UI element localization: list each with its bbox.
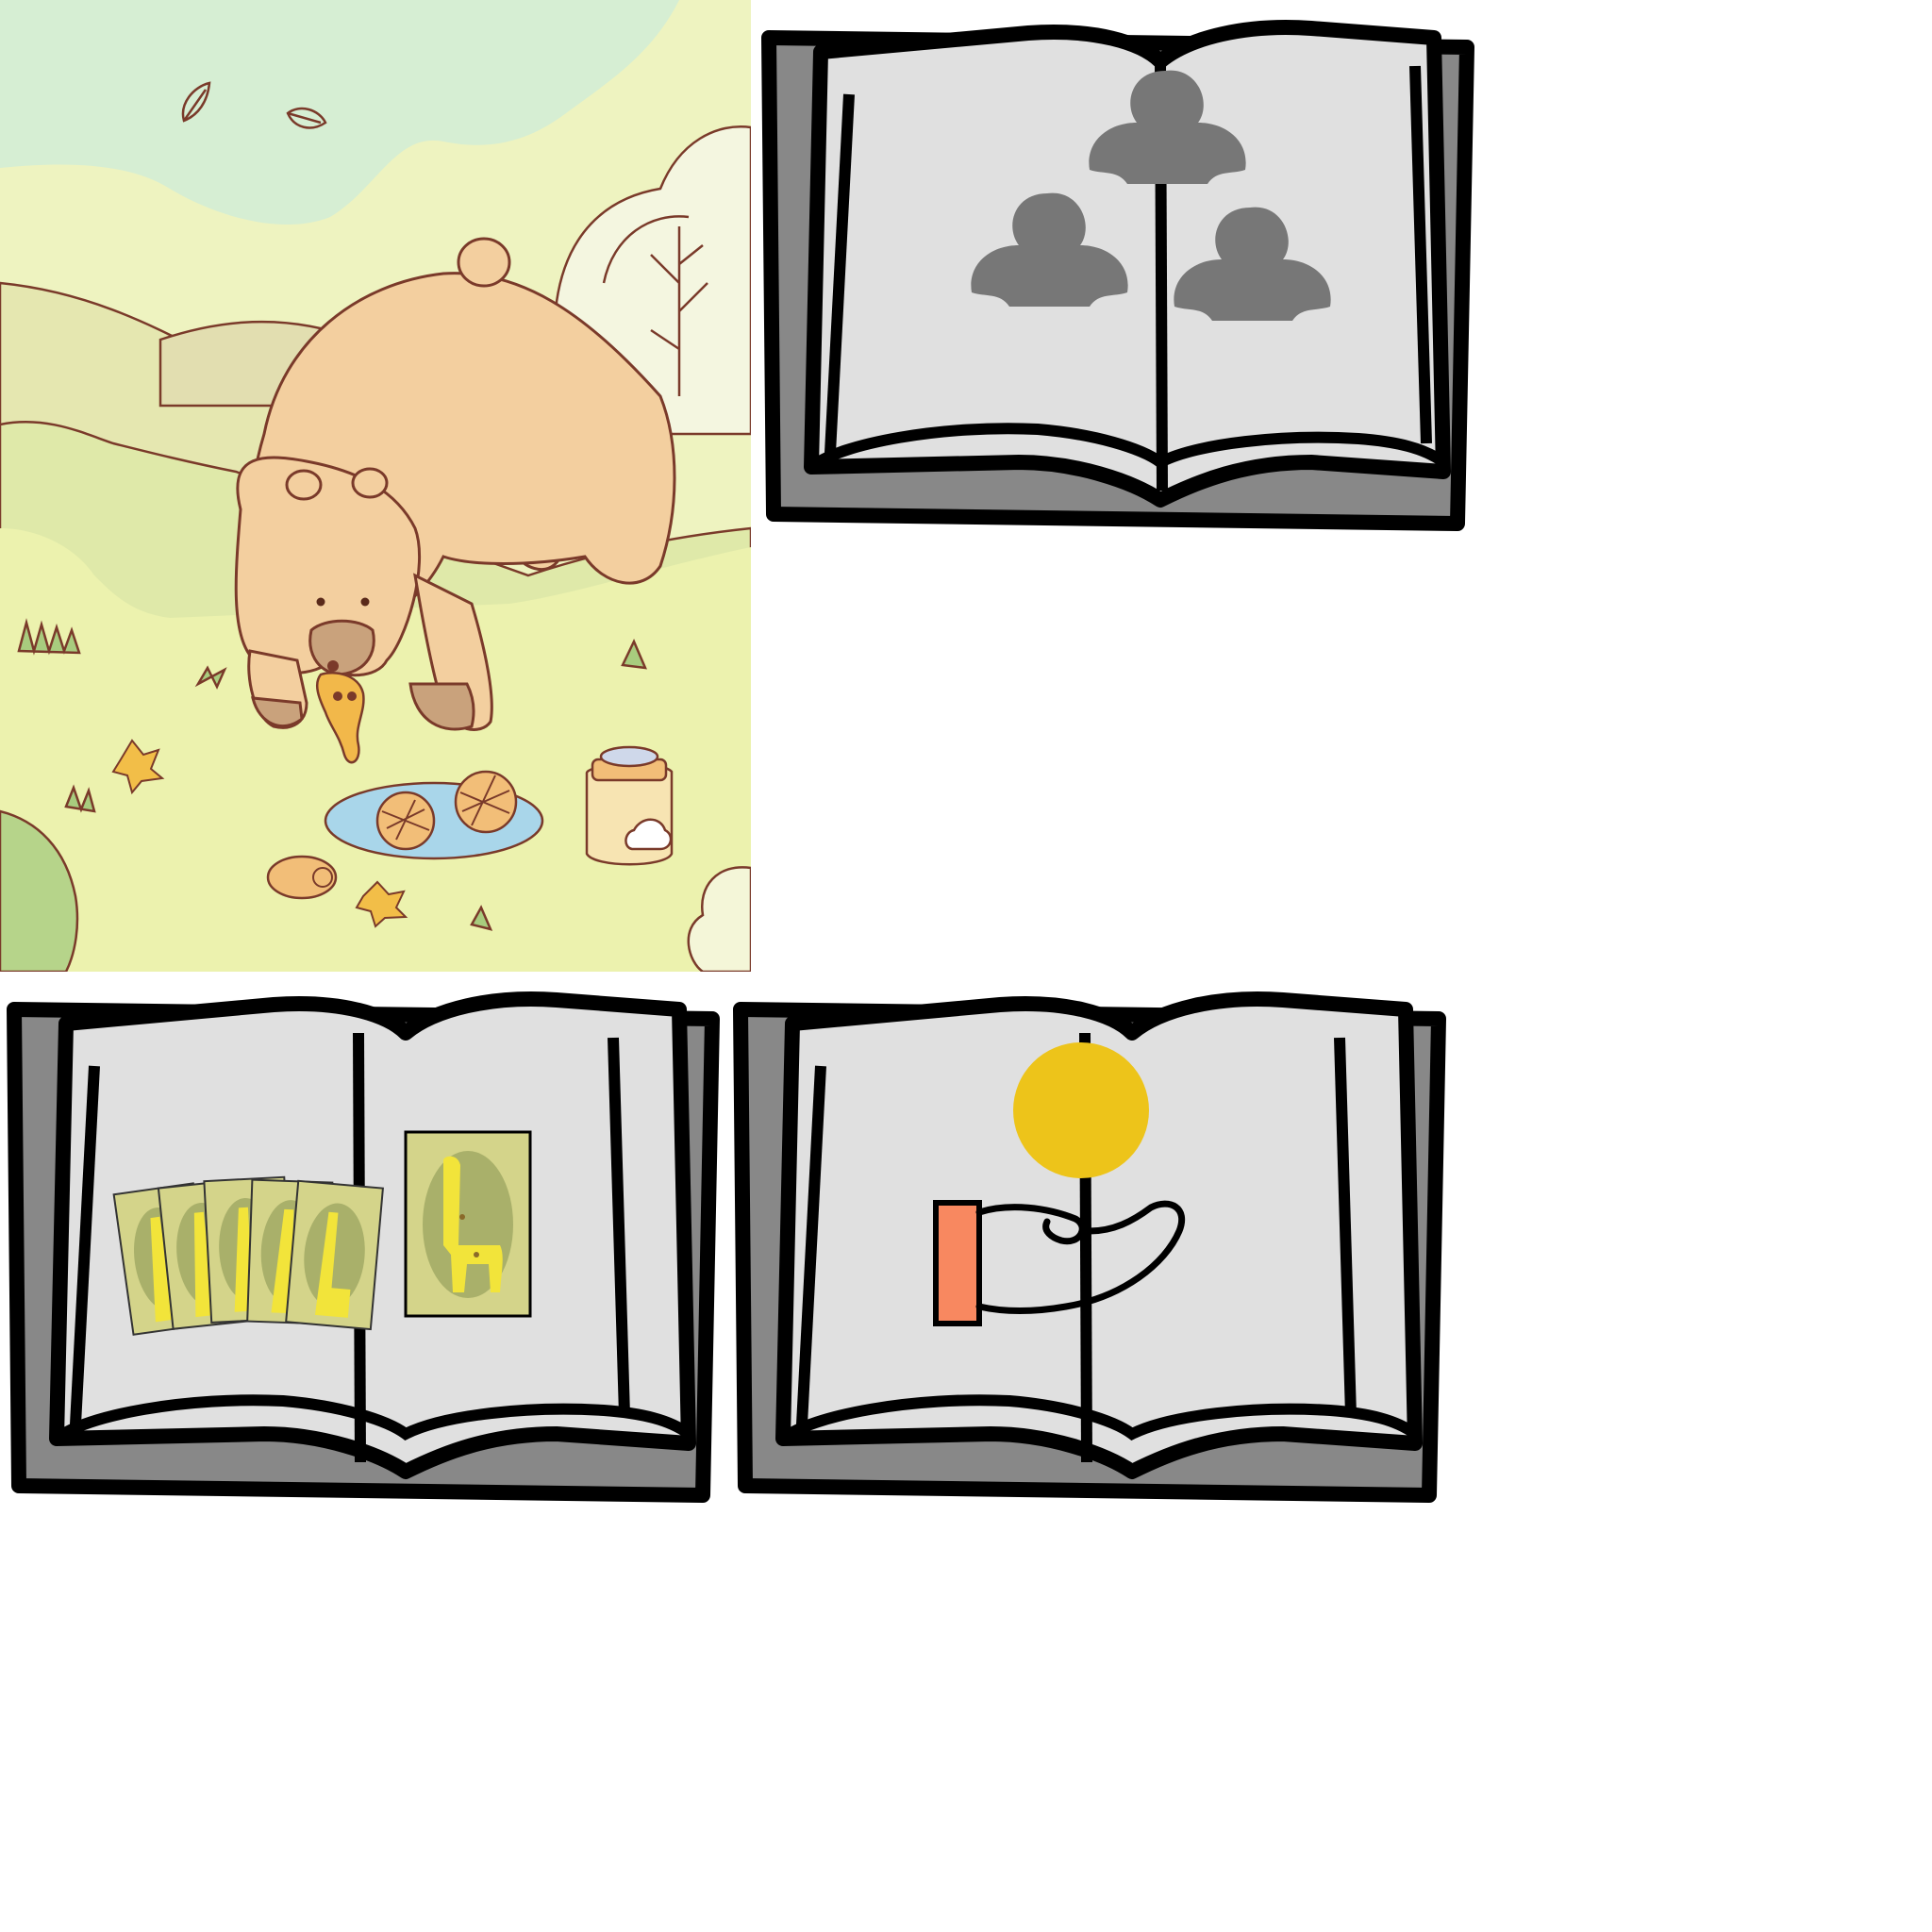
open-book-icon (0, 972, 726, 1509)
honey-jar-icon (585, 745, 674, 866)
open-book-icon (755, 0, 1481, 538)
open-book-icon (726, 972, 1453, 1509)
bear-picnic-illustration (0, 0, 751, 972)
